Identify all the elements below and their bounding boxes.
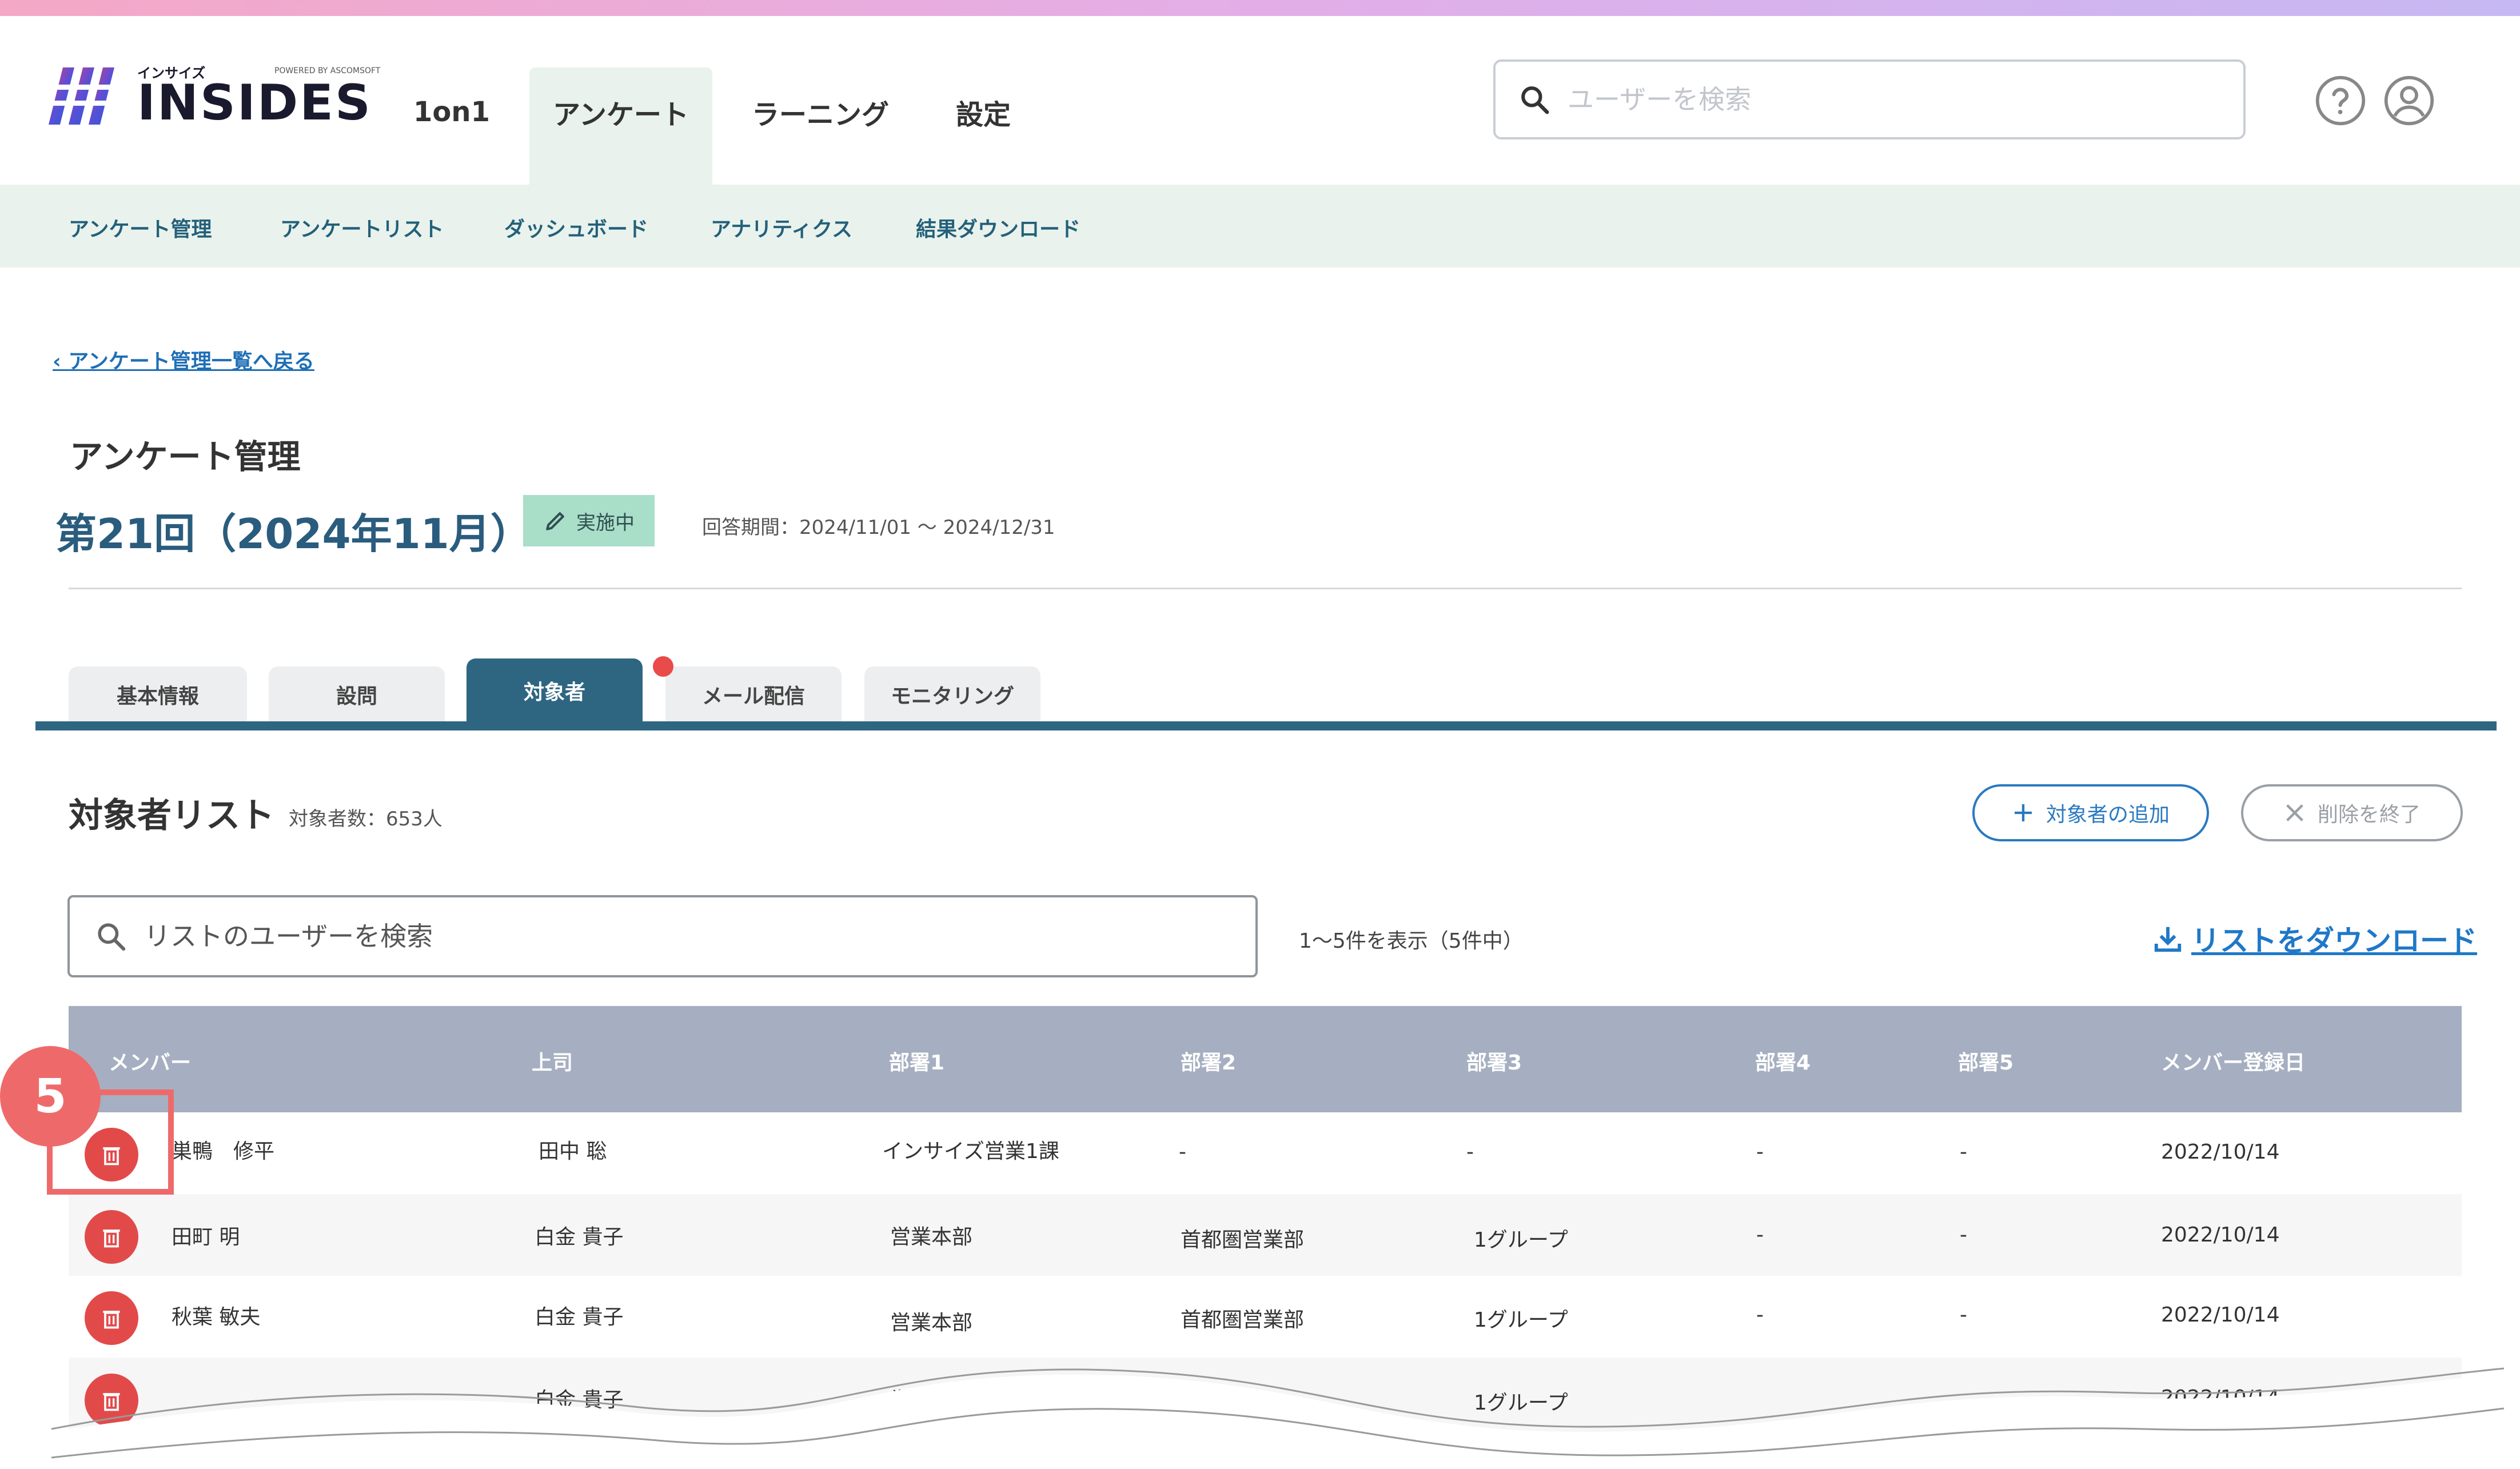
target-count: 対象者数：653人: [289, 808, 442, 831]
survey-title: 第21回（2024年11月）: [55, 510, 532, 558]
cell-member: 秋葉 敏夫: [172, 1306, 261, 1329]
tab-underline: [35, 721, 2497, 730]
pencil-icon: [546, 512, 564, 530]
cell-dept5: -: [1960, 1140, 1967, 1164]
insides-logo-icon: [49, 67, 123, 125]
cell-dept4: -: [1756, 1140, 1764, 1164]
column-header-dept3[interactable]: 部署3: [1466, 1046, 1522, 1076]
column-header-dept4[interactable]: 部署4: [1755, 1046, 1811, 1076]
cell-dept5: -: [1960, 1303, 1967, 1327]
trash-icon: [103, 1311, 120, 1329]
add-target-button[interactable]: 対象者の追加: [1972, 784, 2209, 841]
cell-dept1: インサイズ営業1課: [882, 1140, 1059, 1163]
cell-dept5: -: [1960, 1223, 1967, 1247]
subnav-dashboard[interactable]: ダッシュボード: [504, 213, 648, 242]
download-icon: [2154, 927, 2182, 952]
notification-dot: [653, 656, 673, 677]
cell-manager: 白金 貴子: [535, 1306, 624, 1329]
target-list-title: 対象者リスト: [69, 796, 274, 836]
step-badge: 5: [0, 1046, 101, 1147]
tab-monitoring[interactable]: モニタリング: [864, 666, 1040, 722]
table-row: [69, 1112, 2462, 1194]
cell-manager: 白金 貴子: [535, 1226, 624, 1249]
subnav-survey-management[interactable]: アンケート管理: [69, 213, 212, 242]
list-search-input[interactable]: [143, 920, 1174, 952]
cell-member: 田町 明: [172, 1226, 240, 1249]
cell-member: 巣鴨 修平: [172, 1140, 275, 1163]
divider: [69, 588, 2462, 589]
cell-dept1: 営業本部: [890, 1226, 973, 1249]
back-link[interactable]: ‹ アンケート管理一覧へ戻る: [53, 345, 314, 374]
user-search-input[interactable]: [1566, 83, 2198, 115]
status-badge: 実施中: [523, 495, 655, 546]
subnav-analytics[interactable]: アナリティクス: [711, 213, 852, 242]
trash-icon: [103, 1230, 120, 1248]
download-list-link[interactable]: リストをダウンロード: [2152, 918, 2477, 959]
brand-name: INSIDES: [137, 74, 372, 131]
tab-basic-info[interactable]: 基本情報: [69, 666, 247, 722]
result-range: 1～5件を表示（5件中）: [1299, 929, 1524, 953]
nav-tab-survey[interactable]: アンケート: [529, 67, 712, 185]
nav-tab-settings[interactable]: 設定: [926, 67, 1040, 185]
cell-register-date: 2022/10/14: [2161, 1223, 2280, 1247]
top-gradient-bar: [0, 0, 2520, 16]
help-icon[interactable]: [2314, 74, 2367, 127]
cell-dept2: 首都圏営業部: [1181, 1308, 1305, 1332]
column-header-dept2[interactable]: 部署2: [1181, 1046, 1236, 1076]
cell-dept4: -: [1756, 1223, 1764, 1247]
subnav-result-download[interactable]: 結果ダウンロード: [916, 213, 1080, 242]
chevron-left-icon: ‹: [53, 350, 69, 373]
cell-register-date: 2022/10/14: [2161, 1140, 2280, 1164]
list-search-box[interactable]: [67, 895, 1258, 977]
cell-dept3: 1グループ: [1474, 1228, 1568, 1252]
column-header-dept1[interactable]: 部署1: [889, 1046, 944, 1076]
search-icon: [1521, 86, 1549, 114]
plus-icon: [2014, 804, 2032, 821]
cell-dept2: -: [1179, 1140, 1186, 1164]
subnav-survey-list[interactable]: アンケートリスト: [280, 213, 444, 242]
column-header-member[interactable]: メンバー: [109, 1046, 191, 1076]
delete-row-button[interactable]: [85, 1291, 138, 1345]
tab-mail-delivery[interactable]: メール配信: [665, 666, 842, 722]
cell-register-date: 2022/10/14: [2161, 1303, 2280, 1327]
cell-manager: 田中 聡: [539, 1140, 607, 1163]
cell-dept3: 1グループ: [1474, 1308, 1568, 1332]
answer-period: 回答期間：2024/11/01 ～ 2024/12/31: [702, 516, 1055, 539]
torn-edge-decoration: [0, 1367, 2520, 1469]
search-icon: [98, 923, 126, 951]
user-icon[interactable]: [2383, 74, 2435, 127]
column-header-manager[interactable]: 上司: [532, 1046, 573, 1076]
cell-dept2: 首都圏営業部: [1181, 1228, 1305, 1252]
page-heading: アンケート管理: [70, 437, 301, 476]
column-header-register-date[interactable]: メンバー登録日: [2161, 1046, 2305, 1076]
delete-row-button[interactable]: [85, 1210, 138, 1264]
cell-dept1: 営業本部: [890, 1311, 973, 1335]
nav-tab-1on1[interactable]: 1on1: [400, 67, 503, 185]
user-search-box[interactable]: [1493, 59, 2246, 139]
close-icon: [2286, 804, 2303, 821]
cell-dept3: -: [1466, 1140, 1474, 1164]
nav-tab-learning[interactable]: ラーニング: [737, 67, 903, 185]
end-delete-button[interactable]: 削除を終了: [2241, 784, 2463, 841]
column-header-dept5[interactable]: 部署5: [1958, 1046, 2013, 1076]
tab-targets[interactable]: 対象者: [466, 658, 643, 722]
tab-questions[interactable]: 設問: [269, 666, 445, 722]
cell-dept4: -: [1756, 1303, 1764, 1327]
table-header: [69, 1006, 2462, 1112]
